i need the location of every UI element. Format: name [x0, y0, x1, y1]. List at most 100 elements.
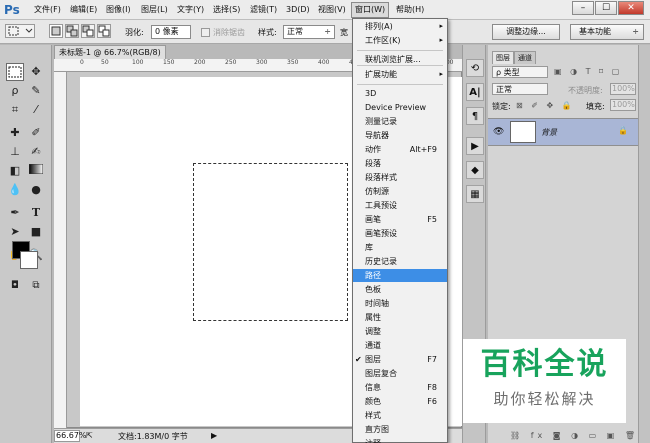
- window-menu-item[interactable]: 信息 F8: [353, 381, 447, 394]
- close-button[interactable]: ✕: [618, 1, 644, 15]
- clone-stamp-tool-icon[interactable]: ⊥: [6, 143, 24, 161]
- fill-input[interactable]: 100%: [610, 99, 636, 111]
- menu-help[interactable]: 帮助(H): [396, 4, 424, 16]
- history-brush-tool-icon[interactable]: ✍: [27, 143, 45, 161]
- healing-brush-tool-icon[interactable]: ✚: [6, 124, 24, 142]
- path-select-tool-icon[interactable]: ➤: [6, 223, 24, 241]
- layer-footer-icons[interactable]: ⛓ fx ◙ ◑ ▭ ▣ 🗑: [510, 431, 639, 440]
- window-menu-item[interactable]: 段落: [353, 157, 447, 170]
- pen-tool-icon[interactable]: ✒: [6, 204, 24, 222]
- feather-input[interactable]: 0 像素: [151, 25, 191, 39]
- window-menu-item[interactable]: 属性: [353, 311, 447, 324]
- eraser-tool-icon[interactable]: ◧: [6, 162, 24, 180]
- window-menu-item[interactable]: 导航器: [353, 129, 447, 142]
- add-selection-icon[interactable]: [65, 24, 79, 38]
- window-menu-item[interactable]: 直方图: [353, 423, 447, 436]
- minimize-button[interactable]: –: [572, 1, 594, 15]
- quick-mask-icon[interactable]: ◘: [6, 277, 24, 295]
- antialias-checkbox[interactable]: [201, 28, 210, 37]
- window-menu-item[interactable]: ✔ 图层 F7: [353, 353, 447, 366]
- marquee-preset-icon[interactable]: [5, 24, 35, 38]
- dodge-tool-icon[interactable]: ●: [27, 181, 45, 199]
- new-selection-icon[interactable]: [49, 24, 63, 38]
- layer-filter-select[interactable]: ρ 类型: [492, 66, 548, 78]
- quick-select-tool-icon[interactable]: ✎: [27, 82, 45, 100]
- tab-channels[interactable]: 通道: [514, 51, 536, 64]
- background-color-swatch[interactable]: [20, 251, 38, 269]
- window-menu-item[interactable]: 动作 Alt+F9: [353, 143, 447, 156]
- menu-image[interactable]: 图像(I): [106, 4, 131, 16]
- screen-mode-icon[interactable]: ⧉: [27, 277, 45, 295]
- lock-icons[interactable]: ⊠ ✐ ✥ 🔒: [516, 101, 575, 110]
- window-menu-item[interactable]: 测量记录: [353, 115, 447, 128]
- window-menu-item[interactable]: 画笔 F5: [353, 213, 447, 226]
- blur-tool-icon[interactable]: 💧: [6, 181, 24, 199]
- status-menu-arrow-icon[interactable]: ▶: [211, 431, 217, 440]
- window-menu-item-label: 画笔预设: [365, 229, 397, 238]
- window-menu-item[interactable]: 画笔预设: [353, 227, 447, 240]
- menu-view[interactable]: 视图(V): [318, 4, 346, 16]
- visibility-eye-icon[interactable]: 👁: [493, 127, 504, 137]
- type-tool-icon[interactable]: T: [27, 204, 45, 222]
- intersect-selection-icon[interactable]: [97, 24, 111, 38]
- style-select[interactable]: 正常 ÷: [283, 25, 335, 39]
- workspace-select[interactable]: 基本功能 ÷: [570, 24, 644, 40]
- maximize-button[interactable]: ☐: [595, 1, 617, 15]
- selection-marquee[interactable]: [193, 163, 348, 321]
- document-tab[interactable]: 未标题-1 @ 66.7%(RGB/8): [54, 45, 166, 59]
- window-menu-item[interactable]: 工具预设: [353, 199, 447, 212]
- layer-row-background[interactable]: 👁 背景 🔒: [488, 118, 638, 146]
- crop-tool-icon[interactable]: ⌗: [6, 101, 24, 119]
- right-scrollbar[interactable]: [638, 45, 650, 443]
- character-panel-icon[interactable]: A|: [466, 83, 484, 101]
- window-menu-item[interactable]: 排列(A) ▸: [353, 20, 447, 33]
- window-menu-item[interactable]: 扩展功能 ▸: [353, 68, 447, 81]
- window-menu-item[interactable]: 库: [353, 241, 447, 254]
- window-menu-item[interactable]: 历史记录: [353, 255, 447, 268]
- window-menu-item[interactable]: 通道: [353, 339, 447, 352]
- refine-edge-button[interactable]: 调整边缘...: [492, 24, 560, 40]
- submenu-arrow-icon: ▸: [439, 70, 443, 78]
- window-menu-item[interactable]: 联机浏览扩展...: [353, 53, 447, 66]
- menu-filter[interactable]: 滤镜(T): [250, 4, 277, 16]
- lasso-tool-icon[interactable]: ρ: [6, 82, 24, 100]
- menu-type[interactable]: 文字(Y): [177, 4, 204, 16]
- menu-file[interactable]: 文件(F): [34, 4, 61, 16]
- brush-tool-icon[interactable]: ✐: [27, 124, 45, 142]
- window-menu-item[interactable]: 时间轴: [353, 297, 447, 310]
- menu-layer[interactable]: 图层(L): [141, 4, 168, 16]
- window-menu-item[interactable]: 段落样式: [353, 171, 447, 184]
- window-menu-item[interactable]: 调整: [353, 325, 447, 338]
- window-menu-item[interactable]: Device Preview: [353, 101, 447, 114]
- marquee-tool-icon[interactable]: [6, 63, 24, 81]
- actions-panel-icon[interactable]: ▶: [466, 137, 484, 155]
- properties-panel-icon[interactable]: ▦: [466, 185, 484, 203]
- window-menu-item[interactable]: 路径: [353, 269, 447, 282]
- window-menu-item[interactable]: 注释: [353, 437, 447, 443]
- window-menu-item[interactable]: 色板: [353, 283, 447, 296]
- shape-tool-icon[interactable]: ■: [27, 223, 45, 241]
- eyedropper-tool-icon[interactable]: ⁄: [27, 101, 45, 119]
- export-icon[interactable]: ⇱: [86, 431, 93, 440]
- layer-filter-icons[interactable]: ▣ ◑ T ⌑ ▢: [554, 67, 622, 76]
- zoom-level-field[interactable]: 66.67%: [54, 430, 87, 442]
- menu-window[interactable]: 窗口(W): [351, 2, 390, 18]
- gradient-tool-icon[interactable]: [27, 162, 45, 180]
- window-menu-item[interactable]: 仿制源: [353, 185, 447, 198]
- menu-3d[interactable]: 3D(D): [286, 4, 310, 16]
- window-menu-item[interactable]: 3D: [353, 87, 447, 100]
- paragraph-panel-icon[interactable]: ¶: [466, 107, 484, 125]
- opacity-input[interactable]: 100%: [610, 83, 636, 95]
- window-menu-item[interactable]: 图层复合: [353, 367, 447, 380]
- blend-mode-select[interactable]: 正常: [492, 83, 548, 95]
- menu-select[interactable]: 选择(S): [213, 4, 240, 16]
- history-panel-icon[interactable]: ⟲: [466, 59, 484, 77]
- subtract-selection-icon[interactable]: [81, 24, 95, 38]
- 3d-panel-icon[interactable]: ◆: [466, 161, 484, 179]
- window-menu-item[interactable]: 颜色 F6: [353, 395, 447, 408]
- window-menu-item[interactable]: 工作区(K) ▸: [353, 34, 447, 47]
- menu-edit[interactable]: 编辑(E): [70, 4, 97, 16]
- window-menu-item[interactable]: 样式: [353, 409, 447, 422]
- tab-layers[interactable]: 图层: [492, 51, 514, 64]
- move-tool-icon[interactable]: ✥: [27, 63, 45, 81]
